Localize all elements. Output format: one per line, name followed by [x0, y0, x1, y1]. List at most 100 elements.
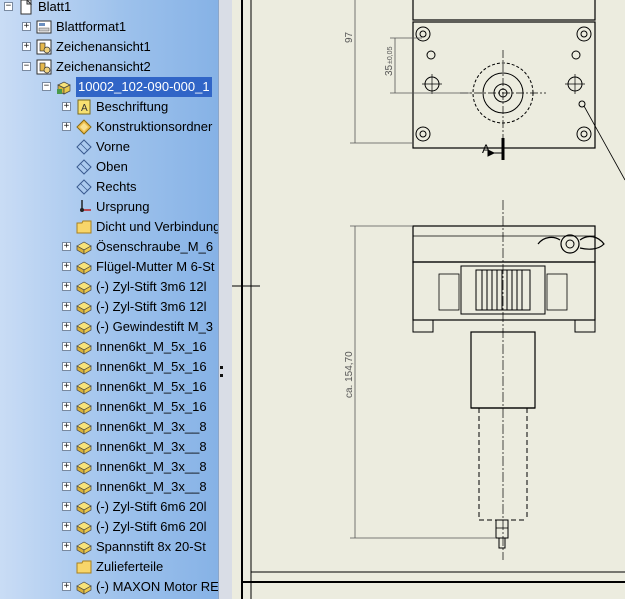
part-icon — [76, 399, 92, 415]
tree-item[interactable]: + (-) MAXON Motor RE — [0, 577, 218, 597]
folder-icon — [76, 219, 92, 235]
tree-item[interactable]: − Zeichenansicht2 — [0, 57, 218, 77]
tree-item[interactable]: + Innen6kt_M_5x_16 — [0, 397, 218, 417]
top-view[interactable] — [412, 0, 625, 181]
drawing-view-icon — [36, 59, 52, 75]
tree-item-label: Innen6kt_M_5x_16 — [96, 399, 207, 414]
assembly-icon — [56, 79, 72, 95]
tree-item-label: Spannstift 8x 20-St — [96, 539, 206, 554]
expand-icon[interactable]: + — [62, 242, 71, 251]
drawing-canvas[interactable]: A 97 35 ±0,05 ca. 154,70 — [232, 0, 625, 599]
expand-icon[interactable]: + — [62, 522, 71, 531]
dim-97[interactable] — [350, 0, 413, 144]
expand-icon[interactable]: + — [62, 402, 71, 411]
expand-icon[interactable]: + — [22, 22, 31, 31]
part-icon — [76, 359, 92, 375]
tree-item[interactable]: + Innen6kt_M_5x_16 — [0, 377, 218, 397]
tree-item[interactable]: + (-) Zyl-Stift 3m6 12l — [0, 297, 218, 317]
tree-item[interactable]: Oben — [0, 157, 218, 177]
tree-item-label: Ösenschraube_M_6 — [96, 239, 214, 254]
expand-icon[interactable]: + — [22, 42, 31, 51]
tree-item-label: Konstruktionsordner — [96, 119, 213, 134]
tree-item-label: (-) MAXON Motor RE — [96, 579, 218, 594]
part-icon — [76, 519, 92, 535]
expand-icon[interactable]: + — [62, 382, 71, 391]
tree-item-label: Innen6kt_M_5x_16 — [96, 359, 207, 374]
part-icon — [76, 259, 92, 275]
tree-item[interactable]: + Zeichenansicht1 — [0, 37, 218, 57]
expand-icon[interactable]: + — [62, 502, 71, 511]
expand-icon[interactable]: + — [62, 282, 71, 291]
tree-item-label: Beschriftung — [96, 99, 169, 114]
collapse-icon[interactable]: − — [22, 62, 31, 71]
feature-tree: − Blatt1 + Blattformat1 + Zeichenansicht1− Zei… — [0, 0, 218, 599]
tree-item[interactable]: + (-) Zyl-Stift 6m6 20l — [0, 497, 218, 517]
tree-item[interactable]: Zulieferteile — [0, 557, 218, 577]
tree-item[interactable]: + Innen6kt_M_3x__8 — [0, 477, 218, 497]
expand-icon[interactable]: + — [62, 122, 71, 131]
tree-item-label: (-) Zyl-Stift 3m6 12l — [96, 299, 207, 314]
tree-item[interactable]: − Blatt1 — [0, 0, 218, 17]
expand-icon[interactable]: + — [62, 262, 71, 271]
tree-item[interactable]: + Innen6kt_M_5x_16 — [0, 337, 218, 357]
tree-item-label: (-) Zyl-Stift 3m6 12l — [96, 279, 207, 294]
part-icon — [76, 539, 92, 555]
part-icon — [76, 439, 92, 455]
expand-icon[interactable]: + — [62, 582, 71, 591]
part-icon — [76, 299, 92, 315]
expand-icon[interactable]: + — [62, 302, 71, 311]
tree-item[interactable]: + Flügel-Mutter M 6-St — [0, 257, 218, 277]
part-icon — [76, 379, 92, 395]
tree-item[interactable]: + Innen6kt_M_3x__8 — [0, 457, 218, 477]
collapse-icon[interactable]: − — [42, 82, 51, 91]
drawing-sheet[interactable]: A 97 35 ±0,05 ca. 154,70 — [232, 0, 625, 599]
plane-icon — [76, 179, 92, 195]
expand-icon[interactable]: + — [62, 362, 71, 371]
tree-item[interactable]: + Konstruktionsordner — [0, 117, 218, 137]
tree-item-label: (-) Gewindestift M_3 — [96, 319, 214, 334]
tree-item[interactable]: − 10002_102-090-000_1 — [0, 77, 218, 97]
tree-item-label: Oben — [96, 159, 128, 174]
tree-item[interactable]: + Innen6kt_M_3x__8 — [0, 417, 218, 437]
expand-icon[interactable]: + — [62, 342, 71, 351]
plane-icon — [76, 139, 92, 155]
part-icon — [76, 279, 92, 295]
expand-icon[interactable]: + — [62, 482, 71, 491]
tree-item[interactable]: + Innen6kt_M_3x__8 — [0, 437, 218, 457]
tree-item[interactable]: Vorne — [0, 137, 218, 157]
tree-item[interactable]: Ursprung — [0, 197, 218, 217]
dim-35-text: 35 — [384, 64, 395, 76]
expand-icon[interactable]: + — [62, 542, 71, 551]
front-view[interactable] — [412, 200, 605, 560]
expand-icon[interactable]: + — [62, 422, 71, 431]
panel-splitter[interactable] — [218, 0, 232, 599]
expand-icon[interactable]: + — [62, 322, 71, 331]
tree-item[interactable]: + Ösenschraube_M_6 — [0, 237, 218, 257]
part-icon — [76, 319, 92, 335]
expand-icon[interactable]: + — [62, 462, 71, 471]
dim-35[interactable] — [390, 37, 470, 94]
tree-item[interactable]: + (-) Zyl-Stift 3m6 12l — [0, 277, 218, 297]
tree-item[interactable]: + (-) Zyl-Stift 6m6 20l — [0, 517, 218, 537]
tree-item[interactable]: + (-) Gewindestift M_3 — [0, 317, 218, 337]
tree-item[interactable]: Dicht und Verbindungen — [0, 217, 218, 237]
tree-item[interactable]: + A Beschriftung — [0, 97, 218, 117]
tree-item[interactable]: Rechts — [0, 177, 218, 197]
expand-icon[interactable]: + — [62, 442, 71, 451]
tree-item-label: Innen6kt_M_3x__8 — [96, 419, 207, 434]
tree-item[interactable]: + Innen6kt_M_5x_16 — [0, 357, 218, 377]
splitter-grip[interactable] — [220, 366, 223, 369]
svg-text:A: A — [81, 103, 88, 114]
tree-item[interactable]: + Blattformat1 — [0, 17, 218, 37]
folder-icon — [76, 559, 92, 575]
expand-icon[interactable]: + — [62, 102, 71, 111]
dim-35-tolerance: ±0,05 — [387, 46, 394, 64]
tree-item-label: 10002_102-090-000_1 — [76, 77, 212, 97]
part-icon — [76, 579, 92, 595]
splitter-grip[interactable] — [220, 374, 223, 377]
collapse-icon[interactable]: − — [4, 2, 13, 11]
tree-item[interactable]: + Spannstift 8x 20-St — [0, 537, 218, 557]
dim-ca-154[interactable] — [350, 225, 496, 539]
tree-item-label: Flügel-Mutter M 6-St — [96, 259, 215, 274]
tree-item-label: Zeichenansicht2 — [56, 59, 151, 74]
